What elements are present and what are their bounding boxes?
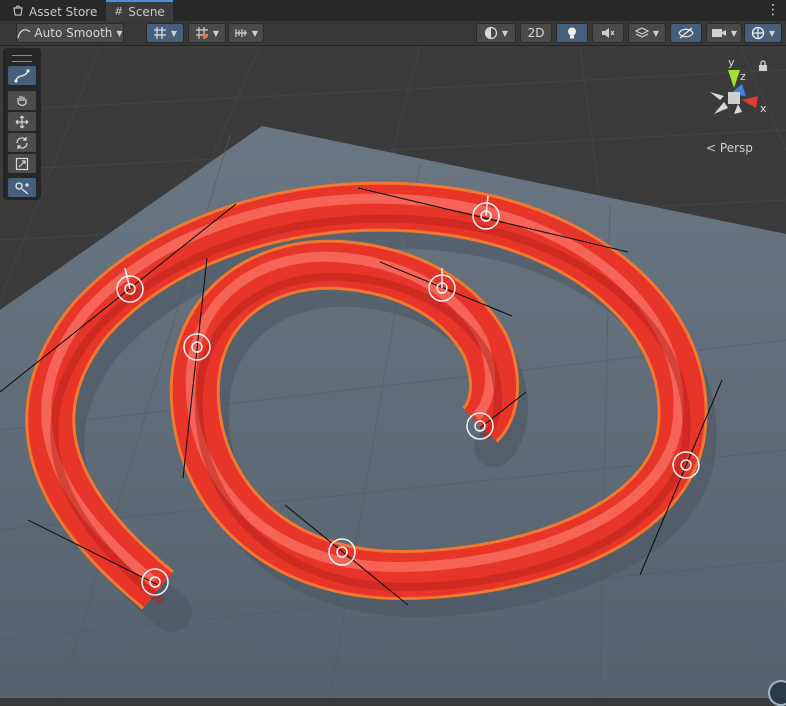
chevron-down-icon: ▼ bbox=[116, 28, 123, 38]
gizmo-y-cone[interactable] bbox=[728, 70, 740, 88]
hand-icon bbox=[17, 95, 27, 106]
camera-icon bbox=[711, 29, 726, 37]
tool-mode-dropdown[interactable]: Auto Smooth ▼ bbox=[16, 23, 124, 43]
gizmo-axes bbox=[710, 70, 758, 114]
tab-asset-store[interactable]: Asset Store bbox=[4, 2, 105, 21]
scale-tool[interactable] bbox=[8, 154, 36, 173]
move-tool[interactable] bbox=[8, 112, 36, 131]
projection-chevron-icon: < bbox=[706, 141, 717, 155]
chevron-down-icon: ▼ bbox=[251, 28, 259, 38]
projection-label: Persp bbox=[719, 141, 753, 155]
scene-grid-icon: # bbox=[114, 5, 124, 18]
effects-dropdown[interactable]: ▼ bbox=[628, 23, 666, 43]
tab-label: Asset Store bbox=[29, 4, 98, 19]
move-icon bbox=[15, 115, 29, 128]
rotate-icon bbox=[16, 136, 28, 149]
lighting-toggle[interactable] bbox=[556, 23, 588, 43]
chevron-down-icon: ▼ bbox=[652, 28, 660, 38]
draw-mode-dropdown[interactable]: ▼ bbox=[476, 23, 516, 43]
grid-snap-icon bbox=[153, 27, 166, 39]
overlay-corner-icon[interactable] bbox=[768, 680, 786, 706]
gizmo-neg-y-cone[interactable] bbox=[714, 102, 728, 114]
scene-visibility-toggle[interactable] bbox=[670, 23, 702, 43]
grid-snapping-toggle[interactable]: ▼ bbox=[146, 23, 184, 43]
effects-layers-icon bbox=[634, 27, 649, 38]
tab-label: Scene bbox=[128, 4, 165, 19]
toggle-2d-label: 2D bbox=[527, 26, 545, 40]
projection-toggle[interactable]: < Persp bbox=[706, 141, 753, 155]
gizmo-center-cube[interactable] bbox=[728, 92, 740, 104]
increment-snap-dropdown[interactable]: ▼ bbox=[188, 23, 226, 43]
overlay-drag-handle[interactable] bbox=[12, 55, 32, 62]
tools-overlay bbox=[3, 48, 41, 200]
gizmo-neg-x-cone[interactable] bbox=[710, 92, 724, 100]
spline-tool-icon bbox=[17, 29, 31, 39]
gizmo-z-label: z bbox=[740, 70, 746, 83]
lock-icon[interactable] bbox=[758, 60, 768, 75]
rotate-tool[interactable] bbox=[8, 133, 36, 152]
asset-store-icon bbox=[12, 4, 24, 19]
spline-edit-tool[interactable] bbox=[8, 66, 36, 85]
gizmos-dropdown[interactable]: ▼ bbox=[744, 23, 782, 43]
scene-canvas bbox=[0, 46, 786, 698]
add-knot-icon bbox=[15, 181, 29, 194]
scene-viewport[interactable] bbox=[0, 46, 786, 698]
tool-mode-label: Auto Smooth bbox=[34, 26, 113, 40]
audio-toggle[interactable] bbox=[592, 23, 624, 43]
chevron-down-icon: ▼ bbox=[501, 28, 509, 38]
scene-toolbar: Auto Smooth ▼ ▼ ▼ ▼ ▼ 2D ▼ ▼ ▼ bbox=[0, 21, 786, 46]
toggle-2d-button[interactable]: 2D bbox=[520, 23, 552, 43]
ruler-snap-dropdown[interactable]: ▼ bbox=[228, 23, 264, 43]
more-options-icon[interactable]: ⋮ bbox=[766, 2, 780, 18]
camera-settings-dropdown[interactable]: ▼ bbox=[706, 23, 742, 43]
shading-mode-icon bbox=[484, 26, 498, 40]
gizmo-x-label: x bbox=[760, 102, 767, 115]
chevron-down-icon: ▼ bbox=[730, 28, 738, 38]
scale-icon bbox=[15, 157, 29, 170]
gizmo-neg-z-cone[interactable] bbox=[734, 104, 742, 114]
ruler-icon bbox=[234, 29, 247, 37]
increment-snap-icon bbox=[195, 27, 208, 39]
chevron-down-icon: ▼ bbox=[170, 28, 178, 38]
gizmo-y-label: y bbox=[728, 56, 735, 69]
tab-scene[interactable]: # Scene bbox=[106, 0, 173, 21]
chevron-down-icon: ▼ bbox=[212, 28, 220, 38]
hidden-eye-icon bbox=[678, 27, 694, 39]
tab-bar: Asset Store # Scene ⋮ bbox=[0, 0, 786, 21]
light-bulb-icon bbox=[568, 27, 576, 39]
spline-edit-icon bbox=[14, 68, 30, 83]
gizmo-x-cone[interactable] bbox=[742, 96, 758, 108]
audio-mute-icon bbox=[602, 28, 615, 38]
hand-tool[interactable] bbox=[8, 91, 36, 110]
chevron-down-icon: ▼ bbox=[768, 28, 776, 38]
add-knot-tool[interactable] bbox=[8, 178, 36, 197]
gizmo-globe-icon bbox=[751, 26, 765, 40]
